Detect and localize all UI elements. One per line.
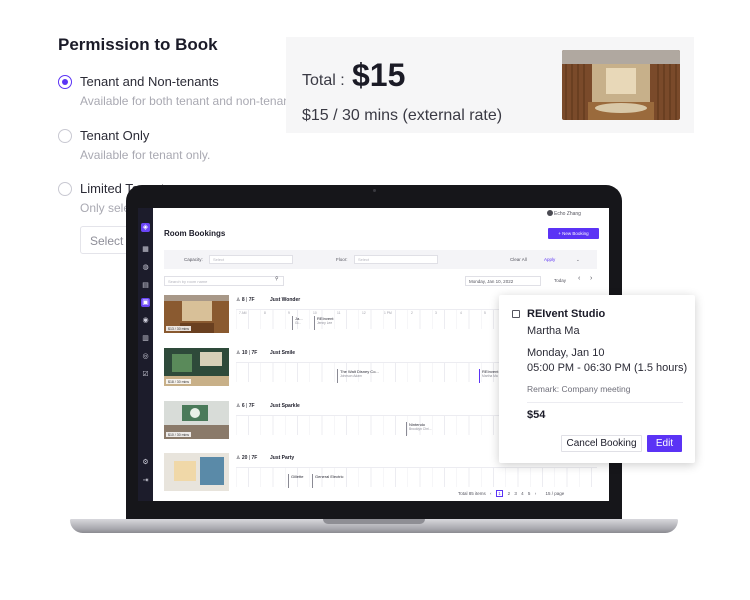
page-title: Room Bookings [164,229,226,238]
prev-day-icon[interactable]: ‹ [578,275,580,282]
room-name: Just Wonder [270,297,301,303]
capacity-label: Capacity: [184,257,203,262]
floor-select[interactable]: Select [354,255,438,264]
room-booking-icon[interactable]: ▣ [141,298,150,307]
grid-icon[interactable]: ▦ [141,245,150,254]
room-rate-tag: $13 / 30 mins [166,326,192,331]
total-amount: $15 [352,57,406,93]
sidebar: ◈ ▦ ◍ ▤ ▣ ◉ ▥ ◎ ☑ ⚙ ⇥ [138,208,153,501]
edit-button[interactable]: Edit [647,435,682,452]
room-thumbnail: $18 / 30 mins [164,348,229,386]
price-card: Total : $15 $15 / 30 mins (external rate… [286,37,694,133]
logo-icon[interactable]: ◈ [141,223,150,232]
room-name: Just Party [270,455,295,461]
total-items: Total 85 items [458,491,486,496]
pagination: Total 85 items ‹ 1 2 3 4 5 › 15 / page [458,490,564,497]
search-icon[interactable]: ⚲ [275,276,279,282]
booking-event[interactable]: REInvent Jenny Lee [314,316,348,330]
timeline[interactable]: Gillette General Electric [236,467,597,488]
capacity-select[interactable]: Select [209,255,293,264]
document-icon[interactable]: ▥ [141,334,150,343]
booking-detail-popup: REIvent Studio Martha Ma Monday, Jan 10 … [499,295,695,463]
room-meta: ♙ 8 | 7F [236,297,255,303]
booking-time: 05:00 PM - 06:30 PM (1.5 hours) [527,362,688,374]
option-description: Available for tenant only. [80,148,211,162]
page-number[interactable]: 5 [528,491,531,496]
booking-amount: $54 [527,409,546,421]
user-name[interactable]: Echo Zhang [554,211,581,217]
booking-date: Monday, Jan 10 [527,347,605,359]
rate-text: $15 / 30 mins (external rate) [302,107,503,124]
cancel-booking-button[interactable]: Cancel Booking [561,435,642,452]
page-number[interactable]: 4 [521,491,524,496]
booking-remark: Remark: Company meeting [527,384,631,394]
room-meta: ♙ 20 | 7F [236,455,258,461]
settings-icon[interactable]: ⚙ [141,458,150,467]
studio-name: REIvent Studio [527,308,606,320]
next-page-icon[interactable]: › [535,491,537,496]
room-photo [562,50,680,120]
page-number[interactable]: 2 [508,491,511,496]
gear-small-icon[interactable]: ◎ [141,352,150,361]
room-rate-tag: $10 / 30 mins [166,432,192,437]
permission-title: Permission to Book [58,35,218,54]
logout-icon[interactable]: ⇥ [141,476,150,485]
booker-name: Martha Ma [527,325,580,337]
option-label: Tenant Only [80,128,150,143]
room-thumbnail: $10 / 30 mins [164,401,229,439]
room-thumbnail: $13 / 30 mins [164,295,229,333]
radio-selected-icon[interactable] [58,75,72,89]
calendar-icon [512,310,520,318]
room-name: Just Sparkle [270,403,300,409]
new-booking-button[interactable]: + New Booking [548,228,599,239]
collapse-chevron-icon[interactable]: ⌄ [576,257,580,263]
date-picker[interactable]: Monday, Jan 10, 2022 [465,276,541,286]
page-number[interactable]: 3 [514,491,517,496]
booking-event[interactable]: General Electric [312,474,356,488]
next-day-icon[interactable]: › [590,275,592,282]
radio-unselected-icon[interactable] [58,129,72,143]
booking-event[interactable]: Nintendo Brooklyn Chri... [406,422,440,436]
room-search-input[interactable]: Search by room name [164,276,284,286]
prev-page-icon[interactable]: ‹ [490,491,492,496]
booking-event[interactable]: Ja... Gi... [292,316,312,330]
room-rate-tag: $18 / 30 mins [166,379,192,384]
avatar[interactable] [547,210,553,216]
divider [527,402,683,403]
booking-event[interactable]: The Walt Disney Co... Johnson Adam [337,369,389,383]
laptop-camera [373,189,376,192]
floor-label: Floor: [336,257,348,262]
option-label: Tenant and Non-tenants [80,74,219,89]
apply-link[interactable]: Apply [544,257,555,262]
page-size-select[interactable]: 15 / page [545,491,564,496]
room-meta: ♙ 10 | 7F [236,350,258,356]
globe-icon[interactable]: ◍ [141,263,150,272]
radio-unselected-icon[interactable] [58,182,72,196]
room-name: Just Smile [270,350,296,356]
checklist-icon[interactable]: ☑ [141,370,150,379]
filter-bar: Capacity: Select Floor: Select Clear All… [164,250,597,269]
clear-all-link[interactable]: Clear All [510,257,527,262]
total-label: Total : [302,72,345,89]
today-button[interactable]: Today [554,278,566,283]
booking-event[interactable]: Gillette [288,474,310,488]
page-number[interactable]: 1 [495,490,504,497]
building-icon[interactable]: ▤ [141,281,150,290]
option-description: Available for both tenant and non-tenant [80,94,294,108]
room-thumbnail [164,453,229,491]
room-meta: ♙ 6 | 7F [236,403,255,409]
chat-icon[interactable]: ◉ [141,316,150,325]
laptop-notch [323,519,425,524]
